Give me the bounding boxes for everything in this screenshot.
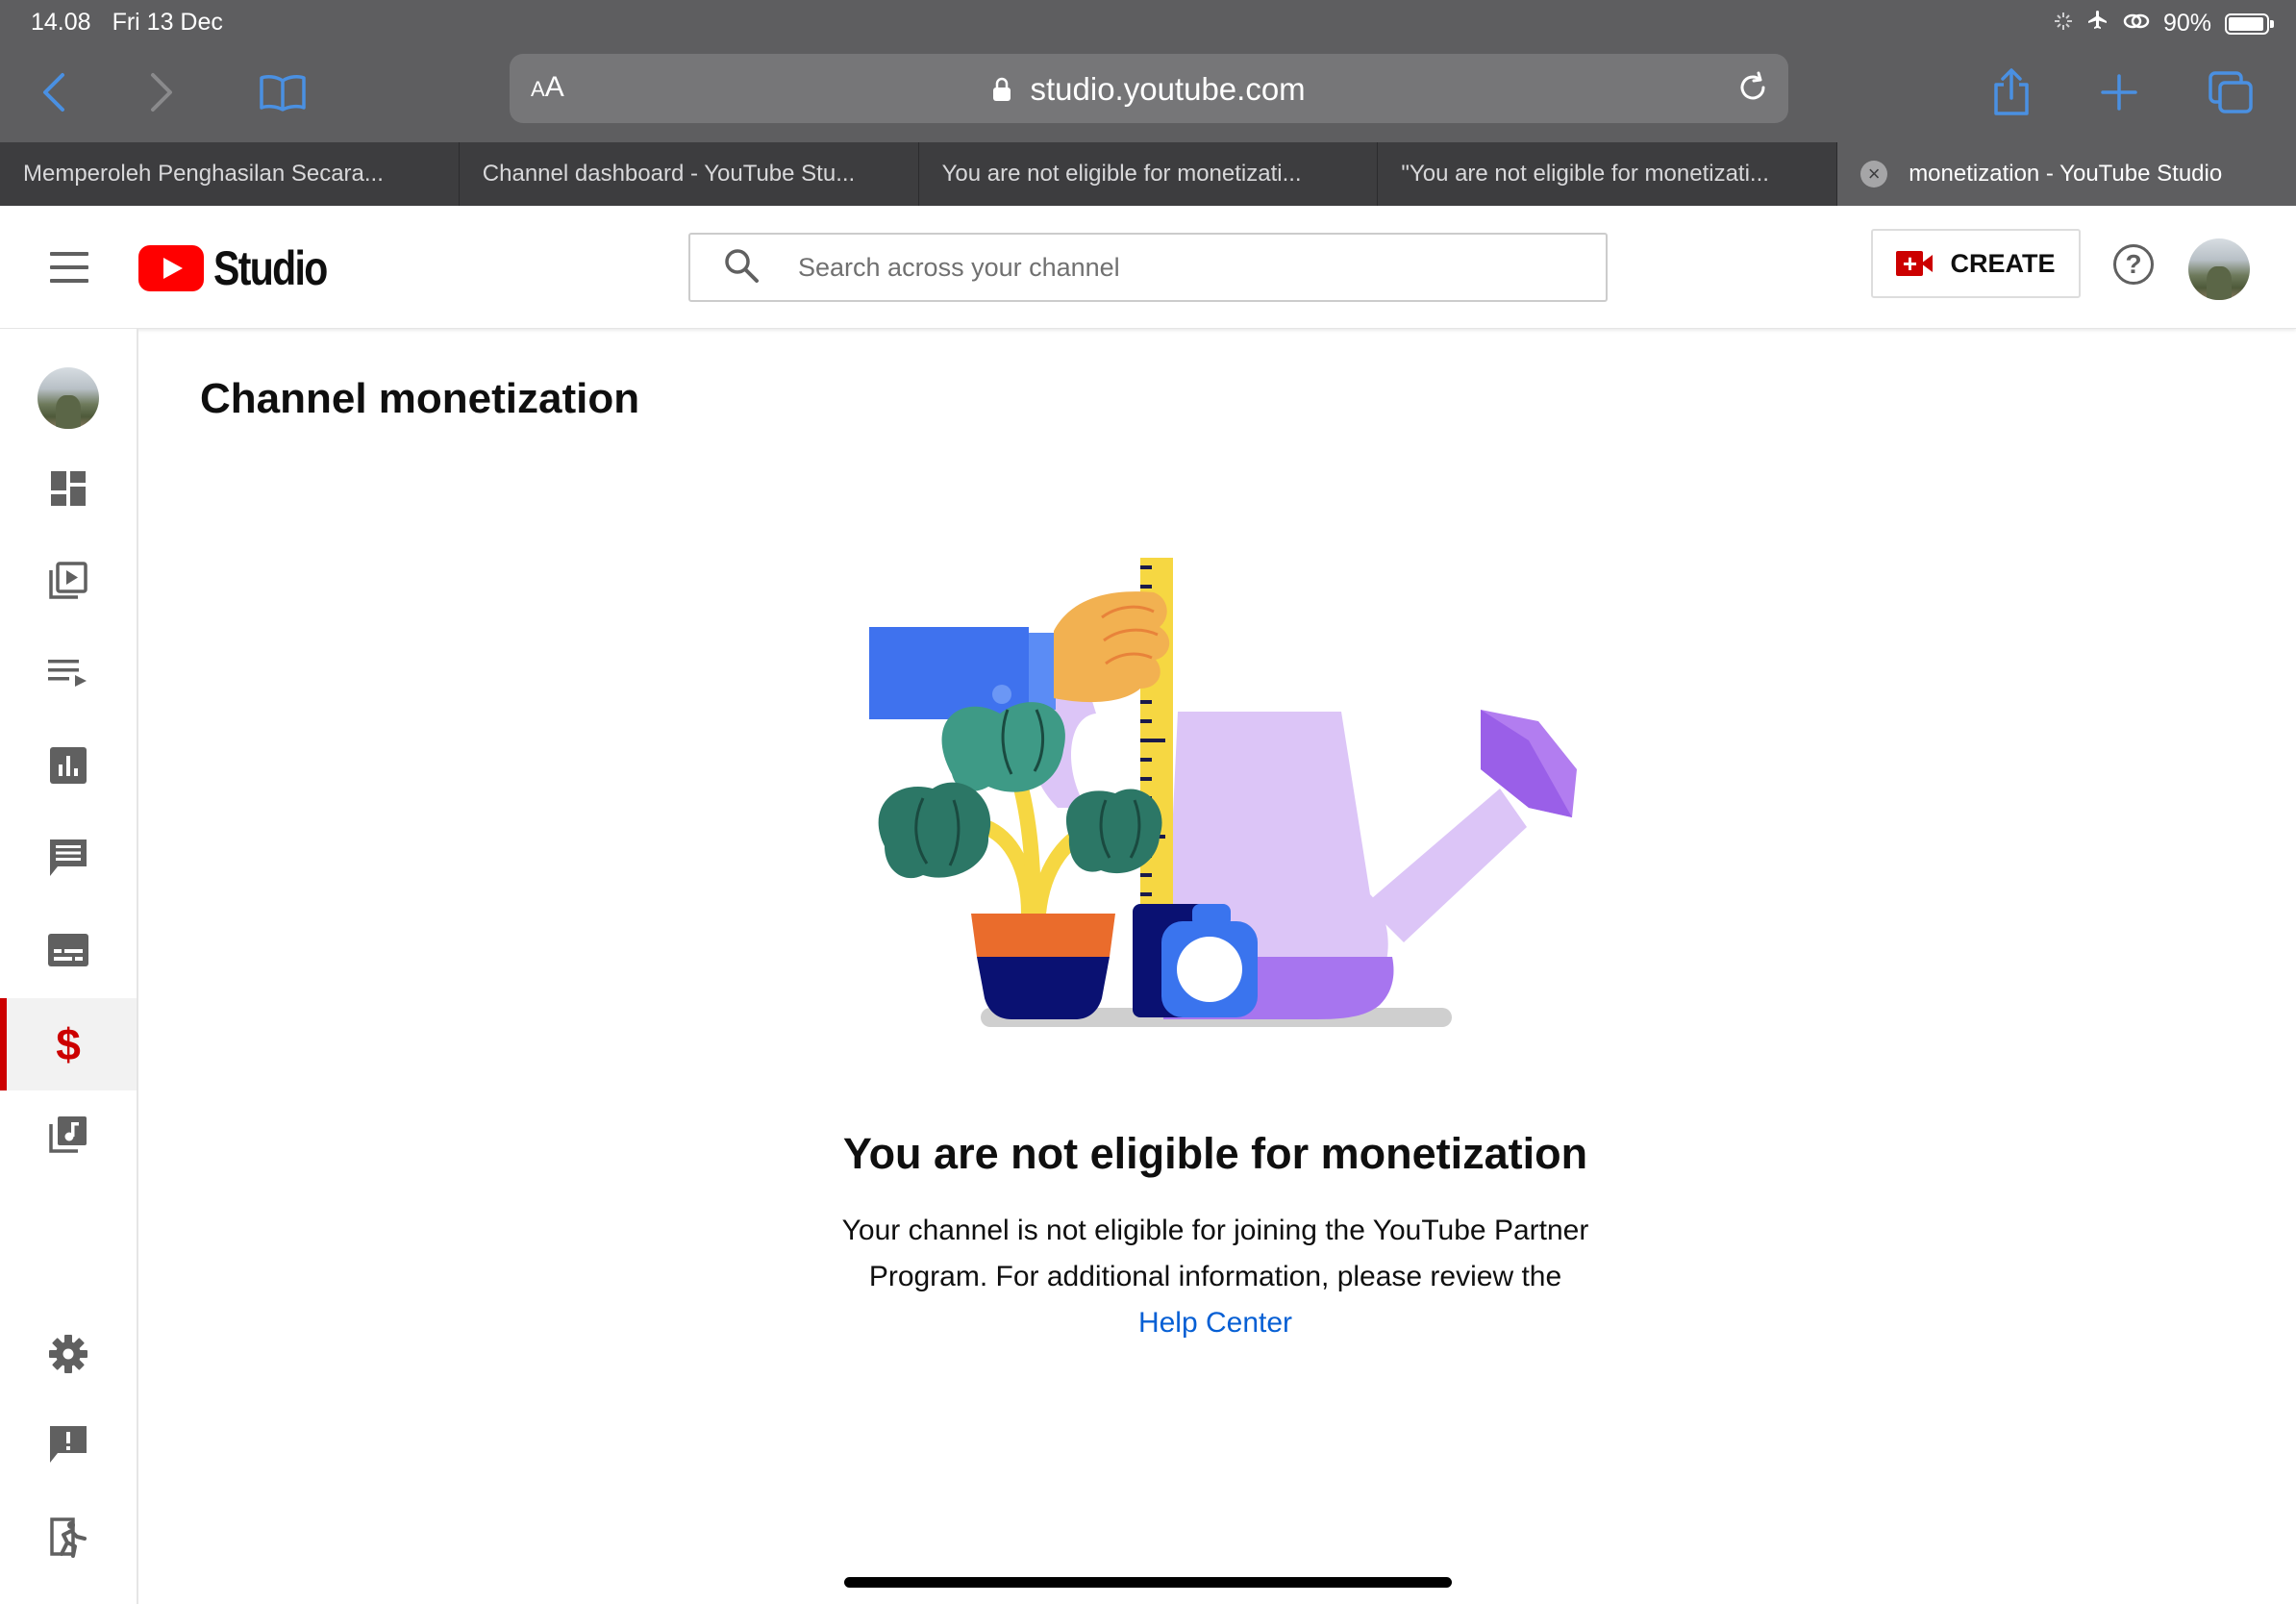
sidebar-item-comments[interactable]: [0, 814, 137, 906]
bookmarks-button[interactable]: [252, 62, 313, 123]
forward-button[interactable]: [131, 62, 192, 123]
creator-studio-classic-icon: [48, 1516, 88, 1563]
create-button[interactable]: + CREATE: [1871, 229, 2081, 298]
videos-icon: [48, 561, 88, 606]
link-icon: [2123, 10, 2150, 38]
browser-tab[interactable]: "You are not eligible for monetizati...: [1378, 142, 1838, 206]
sidebar-item-content[interactable]: [0, 537, 137, 629]
not-eligible-headline: You are not eligible for monetization: [842, 1129, 1588, 1178]
analytics-icon: [50, 746, 87, 789]
tab-bar: Memperoleh Penghasilan Secara... Channel…: [0, 142, 2296, 206]
search-box[interactable]: [688, 233, 1608, 302]
browser-tab[interactable]: Memperoleh Penghasilan Secara...: [0, 142, 460, 206]
sidebar-item-classic-studio[interactable]: [0, 1492, 137, 1585]
help-center-link[interactable]: Help Center: [811, 1300, 1619, 1346]
tabs-overview-button[interactable]: [2200, 62, 2261, 123]
status-bar: 14.08 Fri 13 Dec 90%: [0, 0, 2296, 44]
lock-icon: [992, 71, 1030, 107]
help-icon[interactable]: ?: [2113, 244, 2154, 285]
left-nav: $: [0, 329, 138, 1604]
browser-tab[interactable]: Channel dashboard - YouTube Stu...: [460, 142, 919, 206]
share-button[interactable]: [1981, 62, 2042, 123]
new-tab-button[interactable]: [2088, 62, 2150, 123]
logo-text: Studio: [213, 241, 328, 295]
browser-tab[interactable]: You are not eligible for monetizati...: [919, 142, 1379, 206]
sidebar-item-playlists[interactable]: [0, 629, 137, 721]
dashboard-icon: [49, 469, 87, 513]
playlists-icon: [48, 658, 88, 693]
create-label: CREATE: [1950, 248, 2056, 278]
battery-icon: [2225, 13, 2274, 35]
sidebar-item-audio-library[interactable]: [0, 1090, 137, 1183]
tab-title: monetization - YouTube Studio: [1909, 161, 2223, 187]
sidebar-item-settings[interactable]: [0, 1310, 137, 1402]
account-avatar[interactable]: [2188, 238, 2250, 300]
menu-icon[interactable]: [50, 252, 88, 283]
tab-title: "You are not eligible for monetizati...: [1401, 161, 1769, 187]
activity-icon: [2054, 10, 2073, 38]
close-tab-icon[interactable]: ×: [1860, 161, 1888, 188]
browser-toolbar: AA studio.youtube.com: [0, 44, 2296, 142]
reload-icon[interactable]: [1734, 69, 1771, 111]
url-text: studio.youtube.com: [1030, 71, 1306, 107]
monetization-icon: $: [56, 1019, 81, 1069]
status-date: Fri 13 Dec: [112, 9, 223, 36]
avatar: [37, 367, 99, 429]
comments-icon: [48, 838, 88, 883]
settings-icon: [48, 1334, 88, 1379]
search-icon[interactable]: [723, 247, 760, 288]
description-text: Your channel is not eligible for joining…: [841, 1215, 1589, 1292]
subtitles-icon: [48, 933, 88, 971]
sidebar-item-monetization[interactable]: $: [0, 998, 137, 1090]
status-time: 14.08: [31, 9, 91, 36]
channel-avatar-link[interactable]: [0, 352, 137, 444]
back-button[interactable]: [23, 62, 85, 123]
sidebar-item-subtitles[interactable]: [0, 906, 137, 998]
not-eligible-description: Your channel is not eligible for joining…: [811, 1208, 1619, 1346]
tab-title: Channel dashboard - YouTube Stu...: [482, 161, 856, 187]
home-indicator[interactable]: [844, 1577, 1452, 1588]
battery-percentage: 90%: [2162, 10, 2211, 37]
not-eligible-illustration: [865, 548, 1596, 1039]
studio-logo[interactable]: Studio: [138, 240, 352, 296]
airplane-icon: [2086, 9, 2109, 38]
sidebar-item-feedback[interactable]: [0, 1400, 137, 1492]
audio-library-icon: [48, 1115, 88, 1160]
tab-title: Memperoleh Penghasilan Secara...: [23, 161, 384, 187]
create-video-icon: +: [1896, 251, 1934, 276]
send-feedback-icon: [48, 1424, 88, 1469]
address-bar[interactable]: AA studio.youtube.com: [510, 54, 1788, 123]
search-input[interactable]: [798, 252, 1567, 283]
youtube-play-icon: [138, 245, 204, 291]
page-title: Channel monetization: [200, 375, 640, 422]
sidebar-item-dashboard[interactable]: [0, 444, 137, 537]
browser-tab-active[interactable]: × monetization - YouTube Studio: [1837, 142, 2296, 206]
studio-header: Studio + CREATE ?: [0, 206, 2296, 329]
tab-title: You are not eligible for monetizati...: [941, 161, 1302, 187]
sidebar-item-analytics[interactable]: [0, 721, 137, 814]
